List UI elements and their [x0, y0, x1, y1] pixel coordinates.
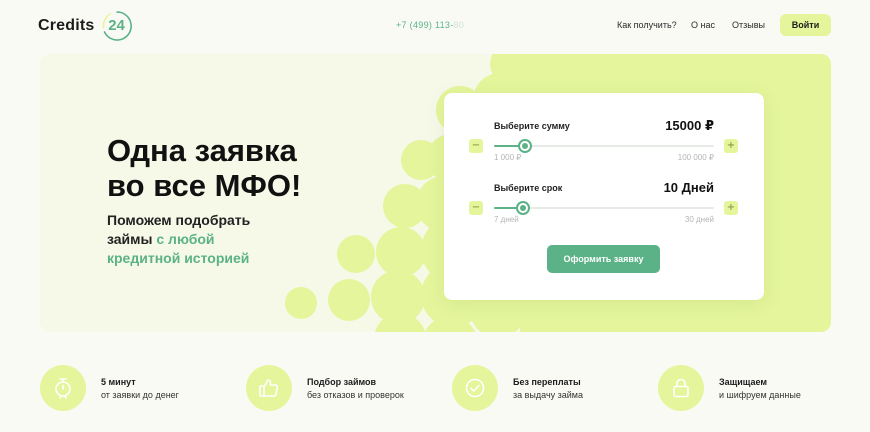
nav-link-reviews[interactable]: Отзывы [732, 20, 765, 30]
header: Credits 24 +7 (499) 113-80 Как получить?… [0, 0, 870, 52]
sum-label: Выберите сумму [494, 121, 570, 131]
feature-title: Без переплаты [513, 377, 581, 387]
logo-badge: 24 [101, 10, 133, 42]
term-slider-handle[interactable] [515, 201, 530, 215]
hero-title: Одна заявка во все МФО! [107, 133, 367, 203]
hero-subtitle-line3: кредитной историей [107, 250, 250, 266]
sum-slider-handle[interactable] [518, 139, 533, 153]
logo-number: 24 [108, 17, 125, 34]
sum-selector: Выберите сумму 15000 ₽ − + 1 000 ₽ 100 0… [444, 115, 764, 175]
term-min-label: 7 дней [494, 215, 519, 224]
lock-icon [658, 365, 704, 411]
sum-increase-button[interactable]: + [724, 139, 738, 153]
feature-subtitle: без отказов и проверок [307, 390, 404, 400]
feature-subtitle: и шифруем данные [719, 390, 801, 400]
hero-title-line2: во все МФО! [107, 168, 302, 203]
submit-application-button[interactable]: Оформить заявку [547, 245, 660, 273]
stopwatch-icon [40, 365, 86, 411]
sum-value: 15000 ₽ [665, 118, 714, 133]
hero-subtitle-accent: с любой [156, 231, 215, 247]
hero-subtitle-plain: займы [107, 231, 157, 247]
logo[interactable]: Credits 24 [38, 10, 133, 42]
term-slider-track[interactable] [494, 201, 714, 215]
feature-title: Защищаем [719, 377, 768, 387]
page: Credits 24 +7 (499) 113-80 Как получить?… [0, 0, 870, 432]
loan-calculator-card: Выберите сумму 15000 ₽ − + 1 000 ₽ 100 0… [444, 93, 764, 300]
phone-dim: 80 [453, 20, 465, 30]
feature-item: Защищаем и шифруем данные [658, 365, 858, 411]
thumbs-up-icon [246, 365, 292, 411]
hero-subtitle: Поможем подобрать займы с любой кредитно… [107, 211, 307, 268]
feature-item: Без переплаты за выдачу займа [452, 365, 652, 411]
sum-max-label: 100 000 ₽ [677, 153, 714, 162]
login-button[interactable]: Войти [780, 14, 831, 36]
term-increase-button[interactable]: + [724, 201, 738, 215]
nav-link-about[interactable]: О нас [691, 20, 715, 30]
sum-decrease-button[interactable]: − [469, 139, 483, 153]
phone-number[interactable]: +7 (499) 113-80 [396, 20, 464, 30]
checkmark-circle-icon [452, 365, 498, 411]
feature-title: 5 минут [101, 377, 136, 387]
nav-link-how-to-get[interactable]: Как получить? [617, 20, 677, 30]
term-decrease-button[interactable]: − [469, 201, 483, 215]
term-max-label: 30 дней [684, 215, 714, 224]
sum-slider-track[interactable] [494, 139, 714, 153]
feature-item: Подбор займов без отказов и проверок [246, 365, 446, 411]
sum-min-label: 1 000 ₽ [494, 153, 522, 162]
feature-subtitle: за выдачу займа [513, 390, 583, 400]
hero-title-line1: Одна заявка [107, 133, 297, 168]
logo-text: Credits [38, 17, 95, 34]
hero-subtitle-line2: займы с любой [107, 230, 307, 249]
term-selector: Выберите срок 10 Дней − + 7 дней 30 дней [444, 177, 764, 237]
phone-main: +7 (499) 113- [396, 20, 454, 30]
feature-subtitle: от заявки до денег [101, 390, 179, 400]
term-value: 10 Дней [663, 180, 714, 195]
feature-item: 5 минут от заявки до денег [40, 365, 240, 411]
term-label: Выберите срок [494, 183, 563, 193]
feature-title: Подбор займов [307, 377, 377, 387]
hero-subtitle-line1: Поможем подобрать [107, 212, 251, 228]
